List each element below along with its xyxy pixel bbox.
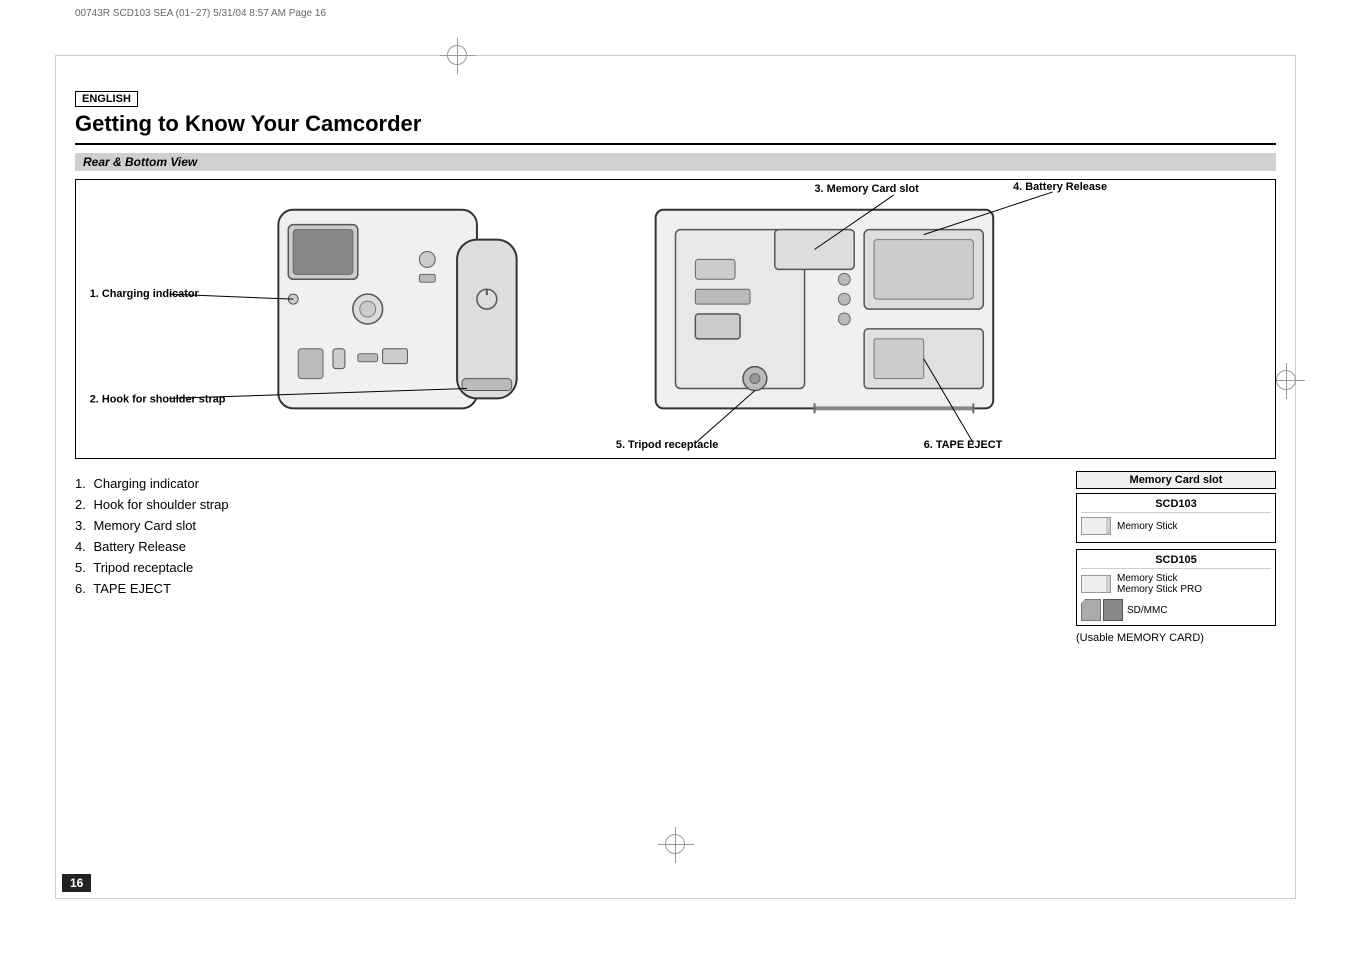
scd105-title: SCD105 — [1081, 554, 1271, 569]
border-right — [1295, 55, 1296, 899]
svg-text:3. Memory Card slot: 3. Memory Card slot — [815, 183, 920, 195]
page-title: Getting to Know Your Camcorder — [75, 111, 1276, 145]
scd103-box: SCD103 Memory Stick — [1076, 493, 1276, 543]
scd105-box: SCD105 Memory StickMemory Stick PRO SD/M… — [1076, 549, 1276, 626]
border-top — [55, 55, 1296, 56]
crosshair-top — [447, 45, 467, 65]
border-bottom — [55, 898, 1296, 899]
scd103-title: SCD103 — [1081, 498, 1271, 513]
memory-stick-icon-2 — [1081, 575, 1111, 593]
list-item: 4. Battery Release — [75, 539, 1056, 554]
scd103-memory-stick-row: Memory Stick — [1081, 517, 1271, 535]
sd-icon — [1081, 599, 1101, 621]
camcorder-svg: 1. Charging indicator 2. Hook for should… — [76, 180, 1275, 458]
svg-text:1. Charging indicator: 1. Charging indicator — [90, 288, 200, 300]
ms-label: Memory StickMemory Stick PRO — [1117, 573, 1202, 595]
main-content: ENGLISH Getting to Know Your Camcorder R… — [75, 90, 1276, 644]
scd105-ms-row: Memory StickMemory Stick PRO — [1081, 573, 1271, 595]
list-item: 2. Hook for shoulder strap — [75, 497, 1056, 512]
crosshair-right — [1276, 370, 1296, 390]
page-number: 16 — [62, 874, 91, 892]
page-container: 00743R SCD103 SEA (01~27) 5/31/04 8:57 A… — [0, 0, 1351, 954]
svg-text:2. Hook for shoulder strap: 2. Hook for shoulder strap — [90, 393, 226, 405]
list-item: 5. Tripod receptacle — [75, 560, 1056, 575]
memory-card-title: Memory Card slot — [1076, 471, 1276, 489]
item-list: 1. Charging indicator 2. Hook for should… — [75, 471, 1056, 644]
sd-mmc-label: SD/MMC — [1127, 605, 1168, 616]
english-label: ENGLISH — [75, 91, 138, 107]
svg-text:4. Battery Release: 4. Battery Release — [1013, 181, 1107, 193]
crosshair-bottom — [665, 834, 685, 854]
sd-mmc-row: SD/MMC — [1081, 599, 1271, 621]
list-item: 1. Charging indicator — [75, 476, 1056, 491]
memory-stick-icon — [1081, 517, 1111, 535]
page-header: 00743R SCD103 SEA (01~27) 5/31/04 8:57 A… — [75, 8, 326, 19]
section-subtitle: Rear & Bottom View — [75, 153, 1276, 171]
memory-stick-label: Memory Stick — [1117, 521, 1178, 532]
memory-card-section: Memory Card slot SCD103 Memory Stick SCD… — [1076, 471, 1276, 644]
bottom-section: 1. Charging indicator 2. Hook for should… — [75, 471, 1276, 644]
list-item: 3. Memory Card slot — [75, 518, 1056, 533]
list-item: 6. TAPE EJECT — [75, 581, 1056, 596]
diagram-box: 1. Charging indicator 2. Hook for should… — [75, 179, 1276, 459]
usable-text: (Usable MEMORY CARD) — [1076, 632, 1276, 644]
svg-text:5. Tripod receptacle: 5. Tripod receptacle — [616, 439, 718, 451]
meta-text: 00743R SCD103 SEA (01~27) 5/31/04 8:57 A… — [75, 8, 326, 19]
border-left — [55, 55, 56, 899]
svg-text:6. TAPE EJECT: 6. TAPE EJECT — [924, 439, 1003, 451]
mmc-icon — [1103, 599, 1123, 621]
numbered-list: 1. Charging indicator 2. Hook for should… — [75, 476, 1056, 596]
